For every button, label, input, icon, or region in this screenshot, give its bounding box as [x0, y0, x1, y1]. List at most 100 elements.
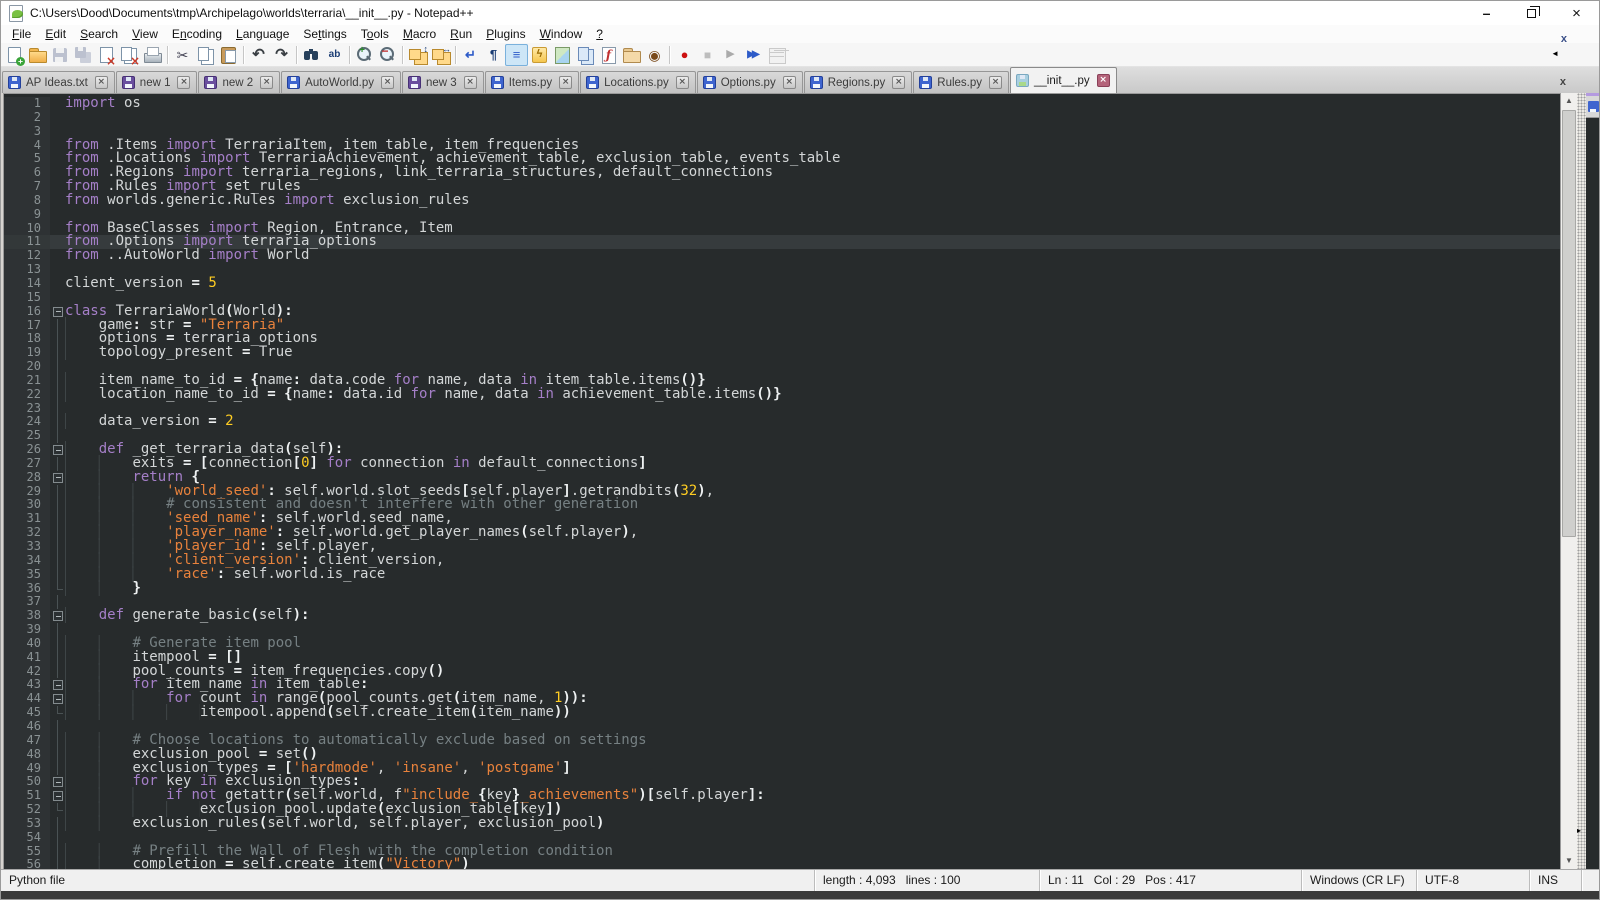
close-button[interactable]: × — [1554, 1, 1599, 25]
line-number: 5 — [4, 152, 50, 166]
line-number: 12 — [4, 249, 50, 263]
undo-icon[interactable]: ↶ — [247, 44, 270, 66]
tab-label: Options.py — [721, 77, 776, 89]
tab-close-icon[interactable]: × — [464, 76, 477, 89]
doc-switcher-icon[interactable] — [574, 44, 597, 66]
fold-marker-icon[interactable] — [50, 775, 65, 789]
function-list-icon[interactable]: ƒ — [597, 44, 620, 66]
zoom-out-icon[interactable]: − — [376, 44, 399, 66]
menu-item-macro[interactable]: Macro — [396, 27, 443, 41]
menu-item-settings[interactable]: Settings — [296, 27, 353, 41]
tab-options-py[interactable]: Options.py × — [697, 71, 803, 93]
find-icon[interactable] — [300, 44, 323, 66]
line-number: 9 — [4, 208, 50, 222]
tab-autoworld-py[interactable]: AutoWorld.py× — [281, 71, 401, 93]
scroll-up-icon[interactable]: ▲ — [1561, 93, 1577, 109]
view-splitter[interactable]: ▸ — [1577, 93, 1586, 869]
menu-item-search[interactable]: Search — [73, 27, 125, 41]
show-all-characters-icon[interactable]: ¶ — [482, 44, 505, 66]
tab-items-py[interactable]: Items.py× — [485, 71, 579, 93]
fold-marker-icon[interactable] — [50, 443, 65, 457]
fold-marker-icon[interactable] — [50, 692, 65, 706]
paste-icon[interactable] — [217, 44, 240, 66]
scrollbar-thumb[interactable] — [1562, 110, 1576, 537]
menu-item-language[interactable]: Language — [229, 27, 296, 41]
title-bar: C:\Users\Dood\Documents\tmp\Archipelago\… — [1, 1, 1599, 25]
code-text: class TerrariaWorld(World): — [65, 305, 1560, 319]
menu-item-encoding[interactable]: Encoding — [165, 27, 229, 41]
stop-macro-icon[interactable]: ■ — [696, 44, 719, 66]
fold-marker-icon[interactable] — [50, 471, 65, 485]
udl-icon[interactable]: ϟ — [528, 44, 551, 66]
fold-guide — [50, 180, 65, 194]
vertical-scrollbar[interactable]: ▲ ▼ — [1560, 93, 1577, 869]
line-number: 10 — [4, 222, 50, 236]
close-all-icon[interactable] — [118, 44, 141, 66]
cut-icon[interactable]: ✂ — [171, 44, 194, 66]
menu-item-run[interactable]: Run — [443, 27, 479, 41]
tab-__init__-py[interactable]: __init__.py× — [1010, 67, 1117, 93]
tab-close-icon[interactable]: × — [260, 76, 273, 89]
fold-guide — [50, 858, 65, 869]
playback-macro-icon[interactable]: ▶ — [719, 44, 742, 66]
restore-button[interactable] — [1509, 1, 1554, 25]
scroll-down-icon[interactable]: ▼ — [1561, 853, 1577, 869]
tab-close-icon[interactable]: × — [1097, 74, 1110, 87]
tab-close-icon[interactable]: × — [381, 76, 394, 89]
monitoring-icon[interactable]: ◉ — [643, 44, 666, 66]
tab-locations-py[interactable]: Locations.py× — [580, 71, 696, 93]
save-macro-icon[interactable] — [765, 44, 788, 66]
folder-as-workspace-icon[interactable] — [620, 44, 643, 66]
menu-item-plugins[interactable]: Plugins — [479, 27, 532, 41]
close-file-icon[interactable] — [95, 44, 118, 66]
new-file-icon[interactable] — [3, 44, 26, 66]
tab-close-icon[interactable]: × — [783, 76, 796, 89]
tab-ap-ideas-txt[interactable]: AP Ideas.txt× — [2, 71, 115, 93]
replace-icon[interactable]: ab — [323, 44, 346, 66]
sync-horizontal-icon[interactable]: ↔ — [429, 44, 452, 66]
document-map-icon[interactable] — [551, 44, 574, 66]
copy-icon[interactable] — [194, 44, 217, 66]
line-number: 6 — [4, 166, 50, 180]
tab-close-icon[interactable]: × — [559, 76, 572, 89]
fold-marker-icon[interactable] — [50, 609, 65, 623]
tab-new-2[interactable]: new 2× — [198, 71, 280, 93]
code-text: topology_present = True — [65, 346, 1560, 360]
tab-close-icon[interactable]: × — [95, 76, 108, 89]
tab-close-icon[interactable]: × — [989, 76, 1002, 89]
menu-item-window[interactable]: Window — [533, 27, 590, 41]
tab-new-3[interactable]: new 3× — [402, 71, 484, 93]
line-number: 36 — [4, 582, 50, 596]
menu-item-tools[interactable]: Tools — [354, 27, 396, 41]
sync-vertical-icon[interactable]: ↕ — [406, 44, 429, 66]
redo-icon[interactable]: ↷ — [270, 44, 293, 66]
tab-close-icon[interactable]: × — [892, 76, 905, 89]
minimize-button[interactable]: – — [1464, 1, 1509, 25]
tab-regions-py[interactable]: Regions.py× — [804, 71, 913, 93]
tab-close-icon[interactable]: × — [676, 76, 689, 89]
menu-item-view[interactable]: View — [125, 27, 165, 41]
menu-item-edit[interactable]: Edit — [38, 27, 73, 41]
menu-item-[interactable]: ? — [589, 27, 610, 41]
code-text: 'race': self.world.is_race — [65, 568, 1560, 582]
menu-item-file[interactable]: File — [5, 27, 38, 41]
editor-lines[interactable]: 1import os234from .Items import Terraria… — [3, 93, 1560, 869]
tab-bar-close-icon[interactable]: x — [1560, 77, 1566, 87]
tab-rules-py[interactable]: Rules.py× — [913, 71, 1009, 93]
line-number: 31 — [4, 512, 50, 526]
save-all-icon[interactable] — [72, 44, 95, 66]
fold-marker-icon[interactable] — [50, 305, 65, 319]
fold-marker-icon[interactable] — [50, 789, 65, 803]
print-icon[interactable] — [141, 44, 164, 66]
run-macro-multiple-icon[interactable]: ▶▶ — [742, 44, 765, 66]
tab-close-icon[interactable]: × — [177, 76, 190, 89]
open-file-icon[interactable] — [26, 44, 49, 66]
save-file-icon[interactable] — [49, 44, 72, 66]
zoom-in-icon[interactable]: + — [353, 44, 376, 66]
indent-guide-icon[interactable]: ≡ — [505, 44, 528, 66]
tab-new-1[interactable]: new 1× — [116, 71, 198, 93]
fold-marker-icon[interactable] — [50, 678, 65, 692]
record-macro-icon[interactable]: ● — [673, 44, 696, 66]
word-wrap-icon[interactable]: ↵ — [459, 44, 482, 66]
tab-scroll-left-icon[interactable]: ◄ — [1551, 50, 1559, 58]
